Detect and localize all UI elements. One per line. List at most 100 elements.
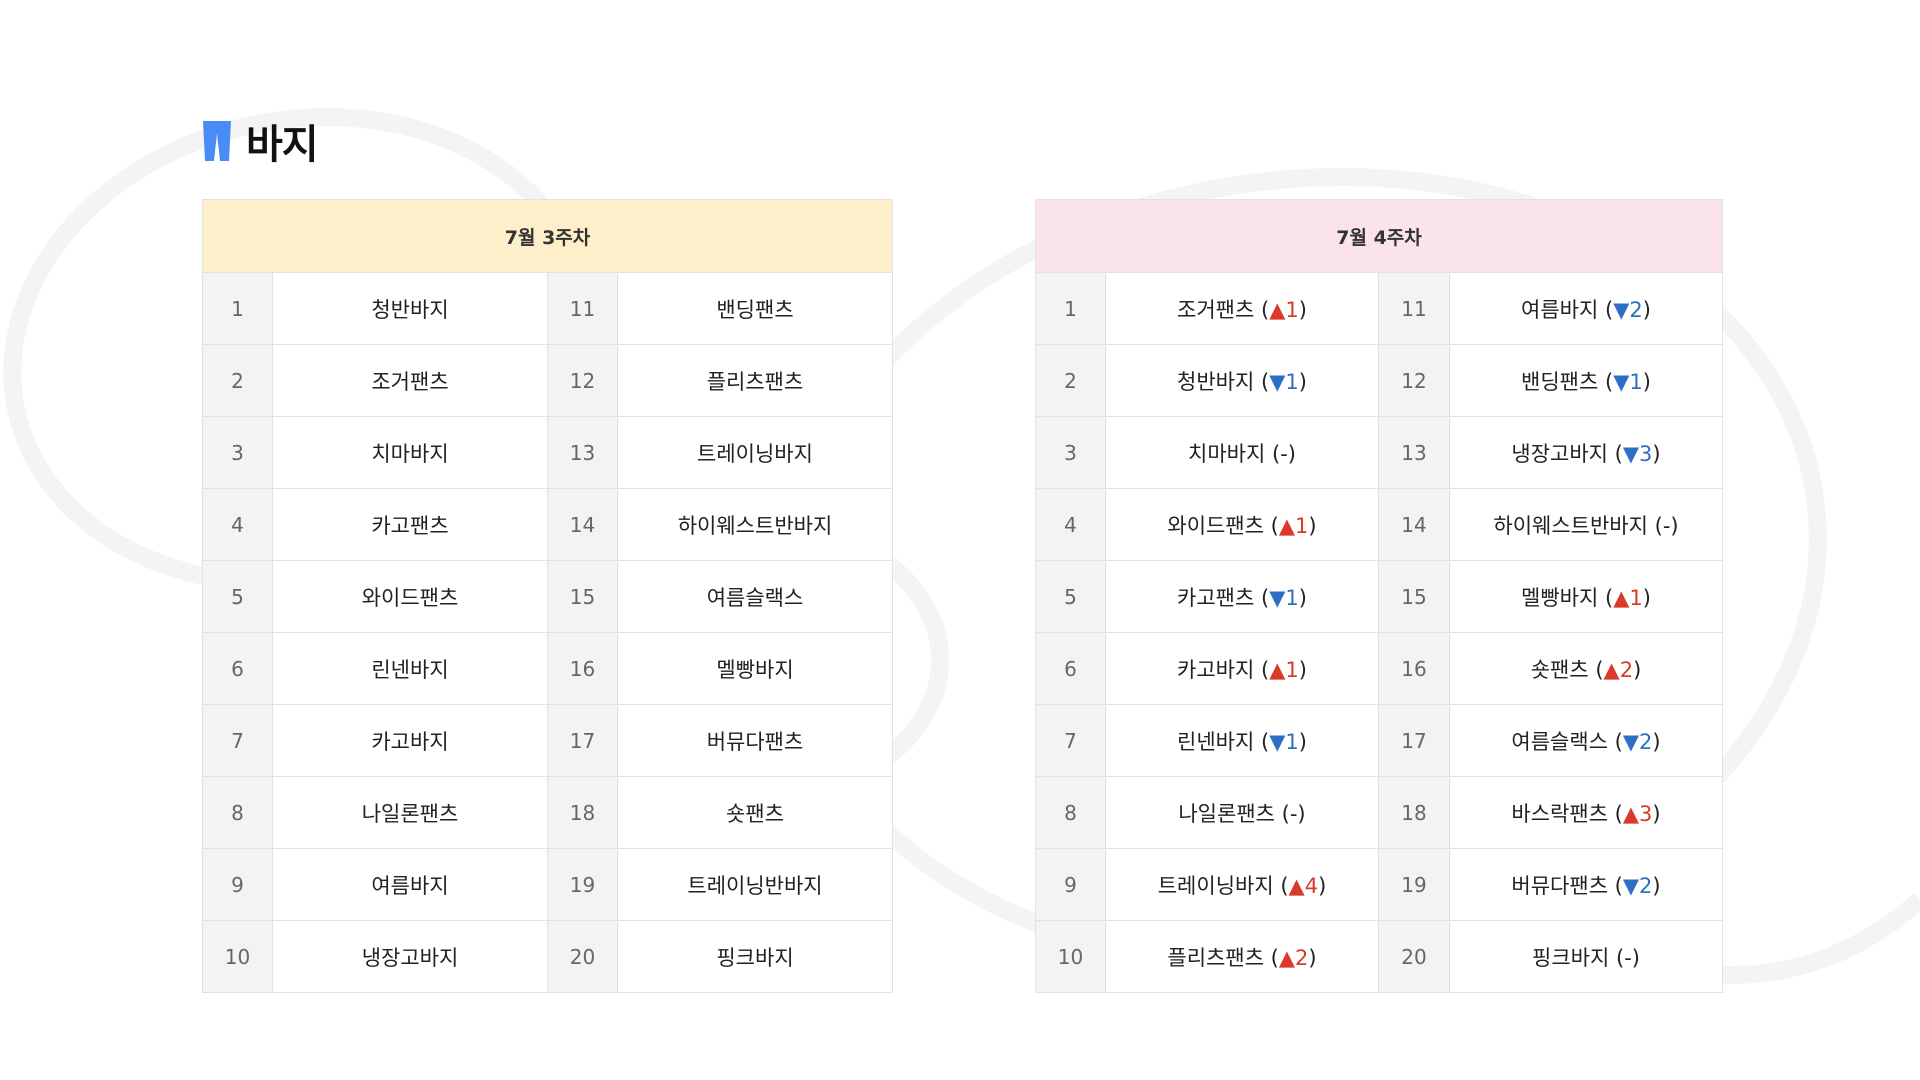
table-row: 6 카고바지 (▲1) 16 숏팬츠 (▲2) xyxy=(1035,632,1723,705)
item-name: 여름슬랙스 xyxy=(1511,729,1608,754)
rank-change: 1 xyxy=(1285,729,1299,754)
table-row: 10 냉장고바지 20 핑크바지 xyxy=(202,920,893,993)
item-cell: 바스락팬츠 (▲3) xyxy=(1449,776,1723,849)
item-name: 린넨바지 xyxy=(1177,729,1255,754)
item-cell: 카고바지 (▲1) xyxy=(1105,632,1379,705)
pants-icon xyxy=(203,121,231,161)
rank-change: 3 xyxy=(1639,801,1653,826)
rank-number: 12 xyxy=(1378,344,1450,417)
item-name: 트레이닝반바지 xyxy=(617,848,893,921)
rank-number: 1 xyxy=(202,272,273,345)
rank-number: 9 xyxy=(202,848,273,921)
rank-number: 17 xyxy=(547,704,618,777)
table-row: 3 치마바지 13 트레이닝바지 xyxy=(202,416,893,489)
item-name: 숏팬츠 xyxy=(617,776,893,849)
rank-change: 3 xyxy=(1639,441,1653,466)
item-name: 카고바지 xyxy=(272,704,548,777)
item-name: 멜빵바지 xyxy=(617,632,893,705)
item-name: 치마바지 xyxy=(1188,441,1266,466)
item-name: 여름바지 xyxy=(1521,297,1599,322)
rank-number: 13 xyxy=(547,416,618,489)
item-cell: 와이드팬츠 (▲1) xyxy=(1105,488,1379,561)
up-arrow-icon: ▲ xyxy=(1269,657,1286,682)
rank-number: 2 xyxy=(202,344,273,417)
rank-number: 14 xyxy=(547,488,618,561)
item-name: 나일론팬츠 xyxy=(1178,801,1275,826)
item-name: 여름슬랙스 xyxy=(617,560,893,633)
down-arrow-icon: ▼ xyxy=(1269,729,1286,754)
rank-number: 19 xyxy=(547,848,618,921)
up-arrow-icon: ▲ xyxy=(1278,945,1296,970)
rank-change: 1 xyxy=(1285,585,1299,610)
table-row: 5 카고팬츠 (▼1) 15 멜빵바지 (▲1) xyxy=(1035,560,1723,633)
rank-number: 4 xyxy=(1035,488,1106,561)
ranking-table-week4: 7월 4주차 1 조거팬츠 (▲1) 11 여름바지 (▼2) 2 청반바지 (▼1) 12… xyxy=(1035,199,1723,993)
table-row: 4 와이드팬츠 (▲1) 14 하이웨스트반바지 (-) xyxy=(1035,488,1723,561)
rank-change: 1 xyxy=(1285,297,1299,322)
item-cell: 하이웨스트반바지 (-) xyxy=(1449,488,1723,561)
up-arrow-icon: ▲ xyxy=(1278,513,1296,538)
item-name: 냉장고바지 xyxy=(1511,441,1608,466)
rank-number: 10 xyxy=(202,920,273,993)
rank-number: 1 xyxy=(1035,272,1106,345)
item-cell: 나일론팬츠 (-) xyxy=(1105,776,1379,849)
rank-change: 1 xyxy=(1285,657,1299,682)
item-name: 핑크바지 xyxy=(1532,945,1610,970)
item-name: 청반바지 xyxy=(272,272,548,345)
rank-number: 7 xyxy=(202,704,273,777)
table-row: 7 카고바지 17 버뮤다팬츠 xyxy=(202,704,893,777)
rank-number: 13 xyxy=(1378,416,1450,489)
rank-number: 19 xyxy=(1378,848,1450,921)
rank-number: 11 xyxy=(1378,272,1450,345)
rank-change: 2 xyxy=(1639,729,1653,754)
item-cell: 밴딩팬츠 (▼1) xyxy=(1449,344,1723,417)
item-name: 트레이닝바지 xyxy=(617,416,893,489)
up-arrow-icon: ▲ xyxy=(1269,297,1286,322)
rank-change: 1 xyxy=(1629,369,1643,394)
table-row: 1 청반바지 11 밴딩팬츠 xyxy=(202,272,893,345)
item-cell: 냉장고바지 (▼3) xyxy=(1449,416,1723,489)
rank-number: 9 xyxy=(1035,848,1106,921)
section-title: 바지 xyxy=(246,122,319,168)
item-name: 바스락팬츠 xyxy=(1511,801,1608,826)
up-arrow-icon: ▲ xyxy=(1603,657,1620,682)
item-name: 하이웨스트반바지 xyxy=(1493,513,1648,538)
table-row: 2 청반바지 (▼1) 12 밴딩팬츠 (▼1) xyxy=(1035,344,1723,417)
table-row: 8 나일론팬츠 18 숏팬츠 xyxy=(202,776,893,849)
rank-number: 20 xyxy=(1378,920,1450,993)
rank-number: 18 xyxy=(1378,776,1450,849)
item-name: 나일론팬츠 xyxy=(272,776,548,849)
table-row: 1 조거팬츠 (▲1) 11 여름바지 (▼2) xyxy=(1035,272,1723,345)
item-name: 카고팬츠 xyxy=(1177,585,1255,610)
item-cell: 조거팬츠 (▲1) xyxy=(1105,272,1379,345)
down-arrow-icon: ▼ xyxy=(1613,369,1630,394)
item-name: 여름바지 xyxy=(272,848,548,921)
item-name: 와이드팬츠 xyxy=(272,560,548,633)
item-name: 버뮤다팬츠 xyxy=(1511,873,1608,898)
item-name: 플리츠팬츠 xyxy=(617,344,893,417)
down-arrow-icon: ▼ xyxy=(1613,297,1630,322)
item-cell: 청반바지 (▼1) xyxy=(1105,344,1379,417)
rank-number: 16 xyxy=(547,632,618,705)
rank-change: 2 xyxy=(1629,297,1643,322)
item-name: 핑크바지 xyxy=(617,920,893,993)
rank-change: - xyxy=(1662,513,1671,538)
rank-number: 17 xyxy=(1378,704,1450,777)
item-cell: 린넨바지 (▼1) xyxy=(1105,704,1379,777)
rank-number: 3 xyxy=(1035,416,1106,489)
rank-number: 3 xyxy=(202,416,273,489)
ranking-table-week3: 7월 3주차 1 청반바지 11 밴딩팬츠 2 조거팬츠 12 플리츠팬츠 3 치마바지 13 트레이… xyxy=(202,199,893,993)
rank-number: 14 xyxy=(1378,488,1450,561)
rank-number: 20 xyxy=(547,920,618,993)
rank-number: 15 xyxy=(1378,560,1450,633)
table-row: 4 카고팬츠 14 하이웨스트반바지 xyxy=(202,488,893,561)
table-row: 9 여름바지 19 트레이닝반바지 xyxy=(202,848,893,921)
item-cell: 카고팬츠 (▼1) xyxy=(1105,560,1379,633)
down-arrow-icon: ▼ xyxy=(1269,585,1286,610)
rank-number: 15 xyxy=(547,560,618,633)
rank-change: 1 xyxy=(1295,513,1309,538)
item-cell: 멜빵바지 (▲1) xyxy=(1449,560,1723,633)
rank-change: 2 xyxy=(1619,657,1634,682)
rank-change: - xyxy=(1624,945,1632,970)
table-row: 2 조거팬츠 12 플리츠팬츠 xyxy=(202,344,893,417)
